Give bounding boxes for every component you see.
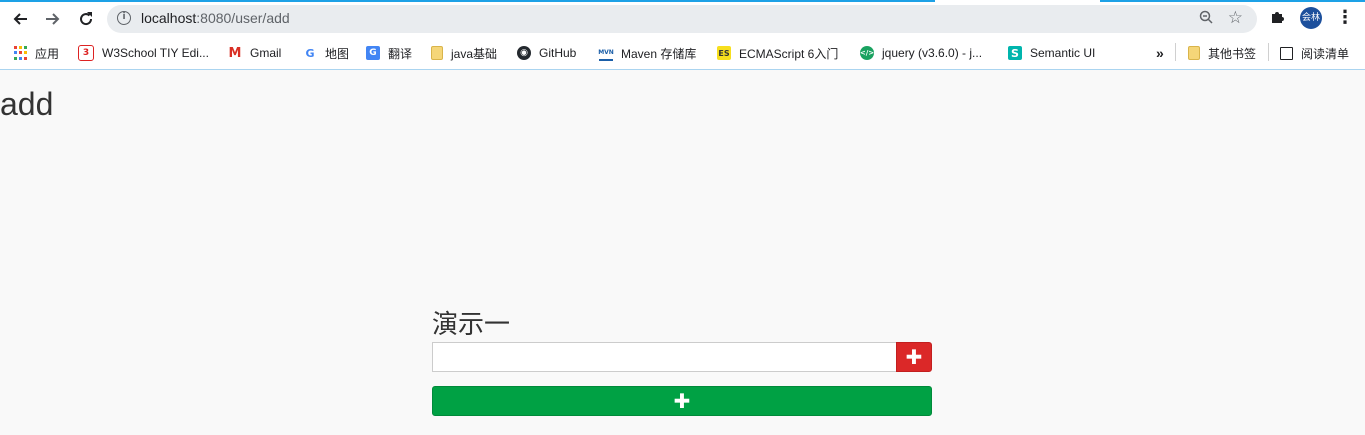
jquery-icon: </> [860,46,874,60]
arrow-right-icon [46,13,60,25]
folder-icon [1188,46,1200,60]
reading-list-icon [1280,46,1293,60]
translate-icon: G [366,46,380,60]
add-row-button[interactable]: ✚ [432,386,932,416]
loading-indicator [0,0,1365,2]
bookmarks-bar: 应用 3 W3School TIY Edi... M Gmail G 地图 G … [0,37,1365,70]
bookmark-label: Semantic UI [1030,46,1096,60]
site-info-icon[interactable]: i [117,11,131,25]
bookmark-label: 翻译 [388,46,413,61]
github-icon: ◉ [517,46,531,60]
reload-icon [80,12,93,26]
plus-icon: ✚ [673,389,691,413]
bookmark-semantic-ui[interactable]: S Semantic UI [1008,43,1095,63]
maven-icon: MVN [598,45,614,61]
bookmark-jquery[interactable]: </> jquery (v3.6.0) - j... [860,43,982,63]
bookmark-java-folder[interactable]: java基础 [431,43,497,63]
reload-button[interactable] [74,7,98,31]
bookmarks-divider [1175,43,1176,61]
url-host: localhost [141,10,197,26]
item-text-input[interactable] [432,342,896,372]
bookmark-apps[interactable]: 应用 [13,43,59,63]
page-title: add [0,86,54,122]
url-text[interactable]: localhost:8080/user/add [141,10,290,26]
bookmarks-overflow-button[interactable]: » [1156,43,1164,63]
bookmark-translate[interactable]: G 翻译 [366,43,412,63]
bookmark-maps[interactable]: G 地图 [303,43,349,63]
semantic-icon: S [1008,46,1022,60]
url-path: :8080/user/add [196,10,290,26]
bookmark-gmail[interactable]: M Gmail [228,43,282,63]
bookmark-other-folder[interactable]: 其他书签 [1188,43,1256,63]
kebab-menu-icon[interactable]: ⋮ [1336,7,1354,28]
es-icon: ES [717,46,731,60]
add-item-button[interactable]: ✚ [896,342,932,372]
bookmark-label: W3School TIY Edi... [102,46,209,60]
bookmark-label: ECMAScript 6入门 [739,46,839,61]
bookmark-maven[interactable]: MVN Maven 存储库 [598,43,697,63]
extensions-puzzle-icon[interactable] [1270,9,1285,28]
reading-list-button[interactable]: 阅读清单 [1280,43,1349,63]
arrow-left-icon [13,13,27,25]
zoom-icon[interactable] [1199,10,1213,28]
bookmark-label: 应用 [35,46,60,61]
demo-title: 演示一 [432,310,511,340]
google-icon: G [305,46,315,60]
bookmark-ecmascript[interactable]: ES ECMAScript 6入门 [717,43,838,63]
address-bar[interactable]: i localhost:8080/user/add ☆ [107,5,1257,33]
folder-icon [431,46,443,60]
bookmark-label: Gmail [250,46,282,60]
profile-avatar[interactable]: 会林 [1300,7,1322,29]
bookmark-label: 其他书签 [1208,46,1257,61]
bookmark-w3school[interactable]: 3 W3School TIY Edi... [78,43,209,63]
bookmark-label: jquery (v3.6.0) - j... [882,46,983,60]
w3school-icon: 3 [78,45,94,61]
bookmark-label: GitHub [539,46,577,60]
browser-toolbar: i localhost:8080/user/add ☆ 会林 ⋮ [0,0,1365,37]
bookmark-label: java基础 [451,46,498,61]
bookmark-label: 地图 [325,46,350,61]
bookmarks-divider [1268,43,1269,61]
gmail-icon: M [228,45,242,61]
bookmark-label: Maven 存储库 [621,46,697,61]
apps-grid-icon [13,46,27,60]
back-button[interactable] [8,7,32,31]
bookmark-star-icon[interactable]: ☆ [1228,8,1243,28]
bookmark-label: 阅读清单 [1301,46,1350,61]
plus-icon: ✚ [905,345,923,369]
forward-button[interactable] [41,7,65,31]
bookmark-github[interactable]: ◉ GitHub [517,43,576,63]
